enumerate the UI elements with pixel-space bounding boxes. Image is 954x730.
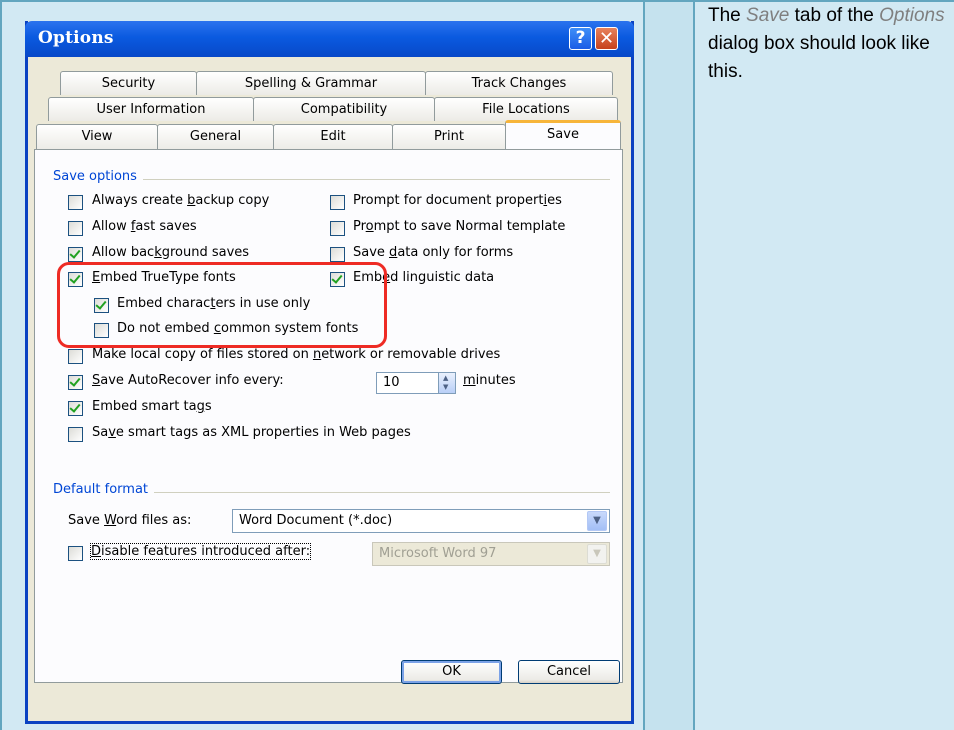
minutes-spinner[interactable]: ▲ ▼ (438, 373, 455, 393)
chevron-down-icon-disabled: ▼ (587, 544, 607, 564)
checkbox-save-data-forms[interactable] (330, 247, 345, 262)
tab-track-changes[interactable]: Track Changes (425, 71, 613, 95)
instruction-note: The Save tab of the Options dialog box s… (708, 5, 945, 82)
checkbox-disable-features[interactable] (68, 546, 83, 561)
label-save-data-forms: Save data only for forms (353, 245, 514, 260)
tab-general[interactable]: General (157, 124, 274, 150)
cell-border-left (0, 0, 2, 730)
label-minutes: minutes (463, 373, 516, 388)
tab-view[interactable]: View (36, 124, 158, 150)
tab-user-information[interactable]: User Information (48, 97, 254, 121)
cell-border-mid2 (693, 0, 695, 730)
label-embed-smart-tags: Embed smart tags (92, 399, 212, 414)
close-icon[interactable]: ✕ (595, 27, 618, 50)
label-autorecover: Save AutoRecover info every: (92, 373, 284, 388)
label-prompt-properties: Prompt for document properties (353, 193, 562, 208)
label-local-copy: Make local copy of files stored on netwo… (92, 347, 501, 362)
help-icon[interactable]: ? (569, 27, 592, 50)
chevron-down-icon[interactable]: ▼ (587, 511, 607, 531)
checkbox-autorecover[interactable] (68, 375, 83, 390)
label-disable-features: Disable features introduced after: (89, 543, 312, 560)
gap-cell (645, 2, 693, 730)
checkbox-prompt-normal[interactable] (330, 221, 345, 236)
tab-spelling-grammar[interactable]: Spelling & Grammar (196, 71, 426, 95)
checkbox-prompt-properties[interactable] (330, 195, 345, 210)
tab-compatibility[interactable]: Compatibility (253, 97, 435, 121)
label-prompt-normal: Prompt to save Normal template (353, 219, 566, 234)
checkbox-local-copy[interactable] (68, 349, 83, 364)
highlight-box (57, 262, 387, 348)
tab-file-locations[interactable]: File Locations (434, 97, 618, 121)
default-format-label: Default format (53, 482, 155, 497)
tab-edit[interactable]: Edit (273, 124, 393, 150)
disable-version-select[interactable]: Microsoft Word 97 (372, 542, 610, 566)
checkbox-backup-copy[interactable] (68, 195, 83, 210)
label-smart-tags-xml: Save smart tags as XML properties in Web… (92, 425, 411, 440)
checkbox-embed-smart-tags[interactable] (68, 401, 83, 416)
label-save-word-files-as: Save Word files as: (68, 513, 192, 528)
label-fast-saves: Allow fast saves (92, 219, 197, 234)
save-options-label: Save options (53, 169, 143, 184)
checkbox-background-saves[interactable] (68, 247, 83, 262)
ok-button[interactable]: OK (401, 660, 502, 684)
tab-print[interactable]: Print (392, 124, 506, 150)
cancel-button[interactable]: Cancel (518, 660, 620, 684)
save-format-select[interactable]: Word Document (*.doc) (232, 509, 610, 533)
tab-save[interactable]: Save (505, 120, 621, 149)
checkbox-fast-saves[interactable] (68, 221, 83, 236)
label-backup-copy: Always create backup copy (92, 193, 270, 208)
tab-security[interactable]: Security (60, 71, 197, 95)
dialog-title: Options (38, 28, 114, 48)
dialog-titlebar[interactable]: Options ? ✕ (25, 21, 634, 57)
label-background-saves: Allow background saves (92, 245, 250, 260)
checkbox-smart-tags-xml[interactable] (68, 427, 83, 442)
